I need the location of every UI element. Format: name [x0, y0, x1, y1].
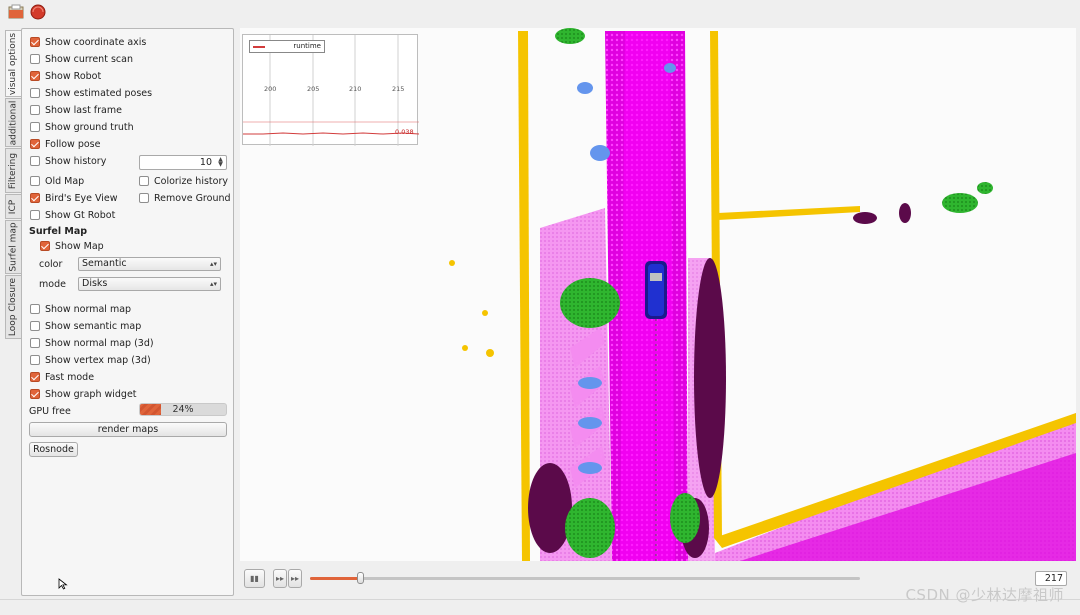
mouse-pointer-icon — [58, 578, 68, 590]
checkbox-icon[interactable] — [30, 139, 40, 149]
gpu-free-progress-bar: 24% — [139, 403, 227, 416]
checkbox-icon[interactable] — [30, 304, 40, 314]
checkbox-icon[interactable] — [30, 176, 40, 186]
show-last-frame-checkbox[interactable]: Show last frame — [30, 103, 122, 117]
show-normal-map-checkbox[interactable]: Show normal map — [30, 302, 131, 316]
checkbox-icon[interactable] — [30, 338, 40, 348]
render-maps-button[interactable]: render maps — [29, 422, 227, 437]
tab-visual-options[interactable]: visual options — [5, 30, 22, 97]
show-graph-widget-checkbox[interactable]: Show graph widget — [30, 387, 137, 401]
checkbox-icon[interactable] — [30, 156, 40, 166]
mode-select[interactable]: Disks ▴▾ — [78, 277, 221, 291]
frame-slider-fill — [310, 577, 360, 580]
mode-label: mode — [39, 278, 66, 290]
show-robot-checkbox[interactable]: Show Robot — [30, 69, 101, 83]
runtime-graph-widget: runtime 200 205 210 215 0.038 — [242, 34, 419, 146]
show-current-scan-checkbox[interactable]: Show current scan — [30, 52, 133, 66]
remove-ground-checkbox[interactable]: Remove Ground — [139, 191, 231, 205]
pause-icon: ▮▮ — [250, 574, 259, 583]
graph-current-value: 0.038 — [395, 128, 414, 136]
rosnode-button[interactable]: Rosnode — [29, 442, 78, 457]
surfel-map-title: Surfel Map — [29, 225, 88, 237]
checkbox-icon[interactable] — [30, 54, 40, 64]
step-forward-icon: ▸▸ — [275, 574, 285, 583]
visual-options-panel: Show coordinate axis Show current scan S… — [21, 28, 234, 596]
graph-tick-label: 215 — [392, 85, 405, 93]
options-tab-bar: visual options additional Filtering ICP … — [5, 30, 22, 340]
building-left — [518, 31, 530, 561]
traffic-sign-points — [449, 260, 494, 357]
tab-additional[interactable]: additional — [5, 98, 22, 147]
checkbox-icon[interactable] — [30, 71, 40, 81]
tab-surfel-map[interactable]: Surfel map — [5, 220, 22, 274]
runtime-series-line — [243, 132, 419, 135]
show-gt-robot-checkbox[interactable]: Show Gt Robot — [30, 208, 115, 222]
checkbox-icon[interactable] — [30, 88, 40, 98]
color-label: color — [39, 258, 63, 270]
building-top-edge — [718, 206, 860, 220]
checkbox-icon[interactable] — [139, 193, 149, 203]
checkbox-icon[interactable] — [30, 321, 40, 331]
checkbox-icon[interactable] — [30, 122, 40, 132]
show-semantic-map-checkbox[interactable]: Show semantic map — [30, 319, 141, 333]
checkbox-icon[interactable] — [30, 210, 40, 220]
open-folder-icon[interactable] — [8, 4, 24, 20]
checkbox-icon[interactable] — [30, 372, 40, 382]
show-history-checkbox[interactable]: Show history — [30, 154, 106, 168]
top-toolbar — [0, 0, 1080, 26]
fast-mode-checkbox[interactable]: Fast mode — [30, 370, 94, 384]
checkbox-icon[interactable] — [30, 355, 40, 365]
graph-tick-label: 200 — [264, 85, 277, 93]
watermark-text: CSDN @少林达摩祖师 — [905, 586, 1064, 604]
colorize-history-checkbox[interactable]: Colorize history — [139, 174, 228, 188]
updown-arrows-icon: ▴▾ — [209, 260, 217, 268]
tab-filtering[interactable]: Filtering — [5, 148, 22, 193]
checkbox-icon[interactable] — [30, 37, 40, 47]
show-estimated-poses-checkbox[interactable]: Show estimated poses — [30, 86, 152, 100]
old-map-checkbox[interactable]: Old Map — [30, 174, 84, 188]
gpu-free-label: GPU free — [29, 405, 71, 417]
map-viewer[interactable]: runtime 200 205 210 215 0.038 — [240, 28, 1076, 561]
checkbox-icon[interactable] — [139, 176, 149, 186]
checkbox-icon[interactable] — [40, 241, 50, 251]
graph-legend: runtime — [249, 40, 325, 53]
checkbox-icon[interactable] — [30, 389, 40, 399]
graph-tick-label: 210 — [349, 85, 362, 93]
show-ground-truth-checkbox[interactable]: Show ground truth — [30, 120, 134, 134]
record-icon[interactable] — [30, 4, 46, 20]
skip-to-end-icon: ▸▸ — [290, 574, 300, 583]
history-count-spinbox[interactable]: 10 ▲ ▼ — [139, 155, 227, 170]
color-select[interactable]: Semantic ▴▾ — [78, 257, 221, 271]
skip-to-end-button[interactable]: ▸▸ — [288, 569, 302, 588]
graph-tick-label: 205 — [307, 85, 320, 93]
birds-eye-view-checkbox[interactable]: Bird's Eye View — [30, 191, 118, 205]
checkbox-icon[interactable] — [30, 193, 40, 203]
gpu-percent-text: 24% — [172, 404, 194, 415]
show-map-checkbox[interactable]: Show Map — [40, 239, 104, 253]
show-coordinate-axis-checkbox[interactable]: Show coordinate axis — [30, 35, 146, 49]
show-vertex-map-3d-checkbox[interactable]: Show vertex map (3d) — [30, 353, 151, 367]
tab-loop-closure[interactable]: Loop Closure — [5, 275, 22, 339]
step-forward-button[interactable]: ▸▸ — [273, 569, 287, 588]
tab-icp[interactable]: ICP — [5, 194, 22, 219]
show-normal-map-3d-checkbox[interactable]: Show normal map (3d) — [30, 336, 154, 350]
spinner-arrows-icon[interactable]: ▲ ▼ — [216, 157, 225, 168]
follow-pose-checkbox[interactable]: Follow pose — [30, 137, 100, 151]
checkbox-icon[interactable] — [30, 105, 40, 115]
pause-button[interactable]: ▮▮ — [244, 569, 265, 588]
frame-slider-handle[interactable] — [356, 572, 364, 584]
updown-arrows-icon: ▴▾ — [209, 280, 217, 288]
frame-slider[interactable] — [310, 572, 860, 584]
legend-line-icon — [253, 46, 265, 48]
